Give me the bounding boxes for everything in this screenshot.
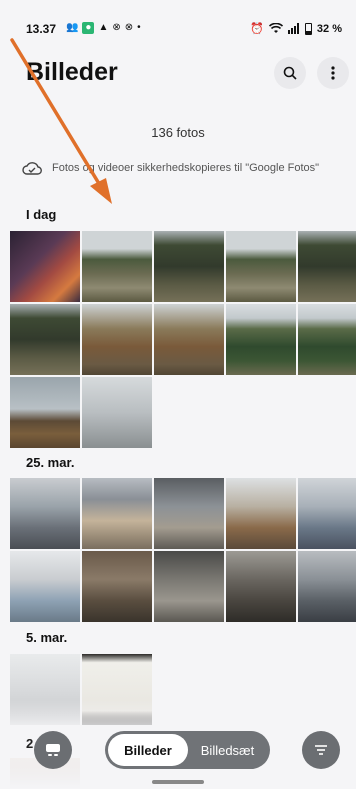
wifi-icon xyxy=(268,23,283,33)
people-icon: 👥 xyxy=(66,22,79,33)
photo-thumbnail[interactable] xyxy=(226,231,296,302)
photo-thumbnail[interactable] xyxy=(154,551,224,622)
home-indicator[interactable] xyxy=(152,780,204,784)
photo-thumbnail[interactable] xyxy=(154,478,224,549)
photo-thumbnail[interactable] xyxy=(10,304,80,375)
backup-text: Fotos og videoer sikkerhedskopieres til … xyxy=(52,162,320,174)
photo-thumbnail[interactable] xyxy=(82,231,152,302)
status-bar: 13.37 👥 ● ▲ ⊗ ⊗ • ⏰ 32 % xyxy=(0,0,356,56)
dot-icon: • xyxy=(137,22,141,33)
battery-icon xyxy=(304,22,312,35)
section-date-today: I dag xyxy=(26,207,57,222)
photo-thumbnail[interactable] xyxy=(10,551,80,622)
backup-banner[interactable]: Fotos og videoer sikkerhedskopieres til … xyxy=(22,160,352,176)
search-button[interactable] xyxy=(274,57,306,89)
photo-count: 136 fotos xyxy=(151,125,205,140)
photo-thumbnail[interactable] xyxy=(82,304,152,375)
status-right-icons: ⏰ 32 % xyxy=(250,22,342,35)
more-options-button[interactable] xyxy=(317,57,349,89)
photo-thumbnail[interactable] xyxy=(82,478,152,549)
photo-thumbnail[interactable] xyxy=(10,377,80,448)
photo-thumbnail[interactable] xyxy=(82,551,152,622)
section-date-partial: 2 xyxy=(26,736,34,751)
view-segmented-control: Billeder Billedsæt xyxy=(105,731,270,769)
photo-thumbnail[interactable] xyxy=(226,304,296,375)
photo-thumbnail[interactable] xyxy=(298,231,356,302)
photo-thumbnail[interactable] xyxy=(154,304,224,375)
tab-pictures[interactable]: Billeder xyxy=(108,734,188,766)
search-icon xyxy=(283,66,297,80)
photo-thumbnail[interactable] xyxy=(10,478,80,549)
filter-button[interactable] xyxy=(302,731,340,769)
status-time: 13.37 xyxy=(26,22,57,36)
photo-thumbnail[interactable] xyxy=(154,231,224,302)
tab-albums[interactable]: Billedsæt xyxy=(188,734,267,766)
signal-icon xyxy=(287,23,299,34)
photo-thumbnail[interactable] xyxy=(298,478,356,549)
battery-level: 32 % xyxy=(316,22,342,35)
photo-thumbnail[interactable] xyxy=(298,551,356,622)
section-date-mar5: 5. mar. xyxy=(26,630,68,645)
albums-fab-button[interactable] xyxy=(34,731,72,769)
sync-icon-2: ⊗ xyxy=(124,22,134,33)
photo-thumbnail[interactable] xyxy=(82,377,152,448)
photo-grid-today xyxy=(10,231,356,450)
chat-app-icon: ● xyxy=(82,22,95,34)
albums-icon xyxy=(46,744,60,756)
more-vertical-icon xyxy=(331,66,335,80)
filter-icon xyxy=(315,745,327,755)
cloud-check-icon xyxy=(22,162,42,175)
photo-thumbnail[interactable] xyxy=(10,231,80,302)
photo-grid-mar25 xyxy=(10,478,356,624)
notification-icons: 👥 ● ▲ ⊗ ⊗ • xyxy=(66,22,141,34)
sync-icon: ⊗ xyxy=(112,22,121,33)
photo-thumbnail[interactable] xyxy=(298,304,356,375)
section-date-mar25: 25. mar. xyxy=(26,455,75,470)
warning-icon: ▲ xyxy=(98,22,109,33)
photo-thumbnail[interactable] xyxy=(226,551,296,622)
photo-thumbnail[interactable] xyxy=(226,478,296,549)
page-title: Billeder xyxy=(26,58,118,86)
alarm-icon: ⏰ xyxy=(250,23,264,35)
